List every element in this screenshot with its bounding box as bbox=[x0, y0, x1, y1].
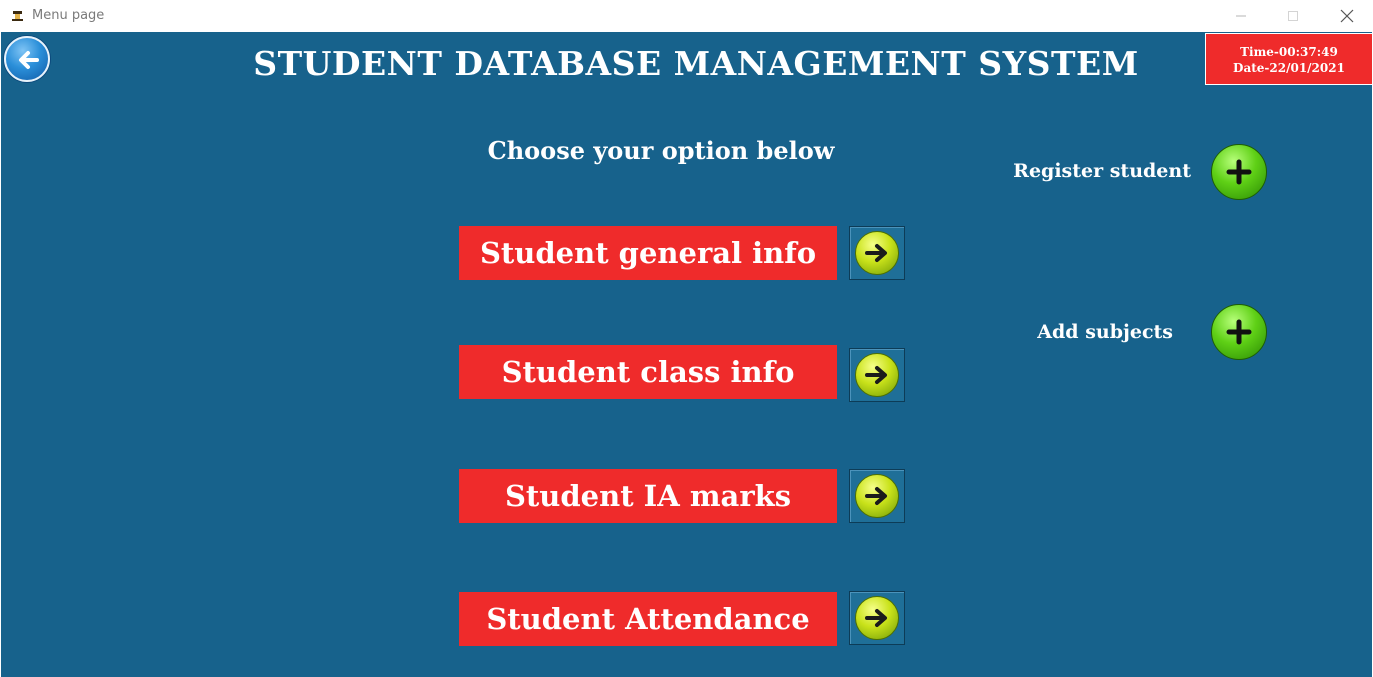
date-text: Date-22/01/2021 bbox=[1233, 61, 1345, 75]
go-circle bbox=[855, 596, 899, 640]
go-attendance-button[interactable] bbox=[849, 591, 905, 645]
page-title: STUDENT DATABASE MANAGEMENT SYSTEM bbox=[253, 44, 1139, 83]
back-button[interactable] bbox=[4, 36, 50, 82]
go-circle bbox=[855, 231, 899, 275]
menu-subtitle: Choose your option below bbox=[487, 136, 835, 165]
register-student-label: Register student bbox=[1013, 160, 1191, 182]
app-icon bbox=[12, 11, 23, 21]
maximize-icon bbox=[1288, 11, 1298, 21]
minimize-button[interactable] bbox=[1218, 0, 1264, 32]
go-general-info-button[interactable] bbox=[849, 226, 905, 280]
time-text: Time-00:37:49 bbox=[1240, 45, 1338, 59]
window-title: Menu page bbox=[32, 8, 105, 23]
go-ia-marks-button[interactable] bbox=[849, 469, 905, 523]
menu-page: STUDENT DATABASE MANAGEMENT SYSTEM Time-… bbox=[1, 32, 1373, 677]
clock-display: Time-00:37:49 Date-22/01/2021 bbox=[1205, 33, 1373, 85]
menu-label-ia-marks: Student IA marks bbox=[459, 469, 837, 523]
right-arrow-icon bbox=[865, 609, 887, 627]
right-arrow-icon bbox=[865, 487, 887, 505]
register-student-button[interactable] bbox=[1211, 144, 1267, 200]
window-titlebar: Menu page bbox=[0, 0, 1373, 32]
plus-icon bbox=[1226, 319, 1252, 345]
maximize-button[interactable] bbox=[1270, 0, 1316, 32]
add-subjects-label: Add subjects bbox=[1037, 321, 1173, 343]
right-arrow-icon bbox=[865, 366, 887, 384]
minimize-icon bbox=[1236, 15, 1246, 17]
add-subjects-button[interactable] bbox=[1211, 304, 1267, 360]
plus-icon bbox=[1226, 159, 1252, 185]
right-arrow-icon bbox=[865, 244, 887, 262]
go-circle bbox=[855, 353, 899, 397]
close-icon bbox=[1340, 9, 1354, 23]
go-circle bbox=[855, 474, 899, 518]
menu-label-general-info: Student general info bbox=[459, 226, 837, 280]
back-arrow-icon bbox=[19, 51, 39, 69]
close-button[interactable] bbox=[1324, 0, 1370, 32]
menu-label-class-info: Student class info bbox=[459, 345, 837, 399]
go-class-info-button[interactable] bbox=[849, 348, 905, 402]
menu-label-attendance: Student Attendance bbox=[459, 592, 837, 646]
